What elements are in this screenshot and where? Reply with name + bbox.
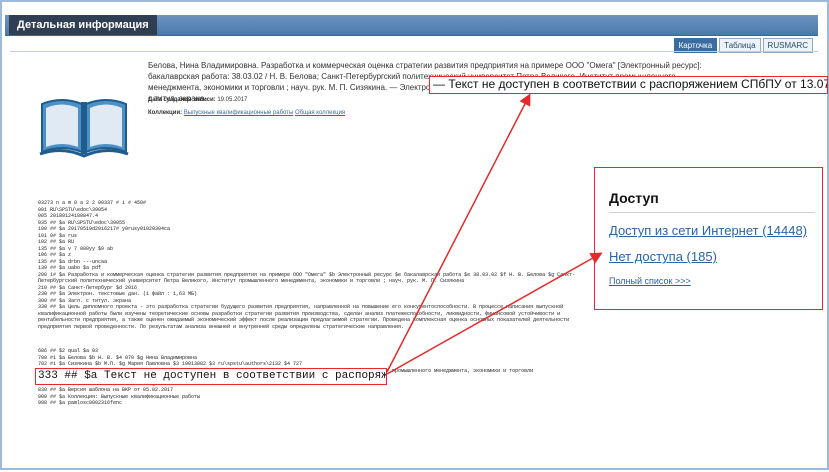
arrow-to-access-panel (386, 252, 603, 375)
annotation-arrows (386, 93, 603, 375)
arrow-to-top-callout (386, 93, 531, 373)
record-detail-panel: Детальная информация Карточка Таблица RU… (0, 0, 829, 470)
